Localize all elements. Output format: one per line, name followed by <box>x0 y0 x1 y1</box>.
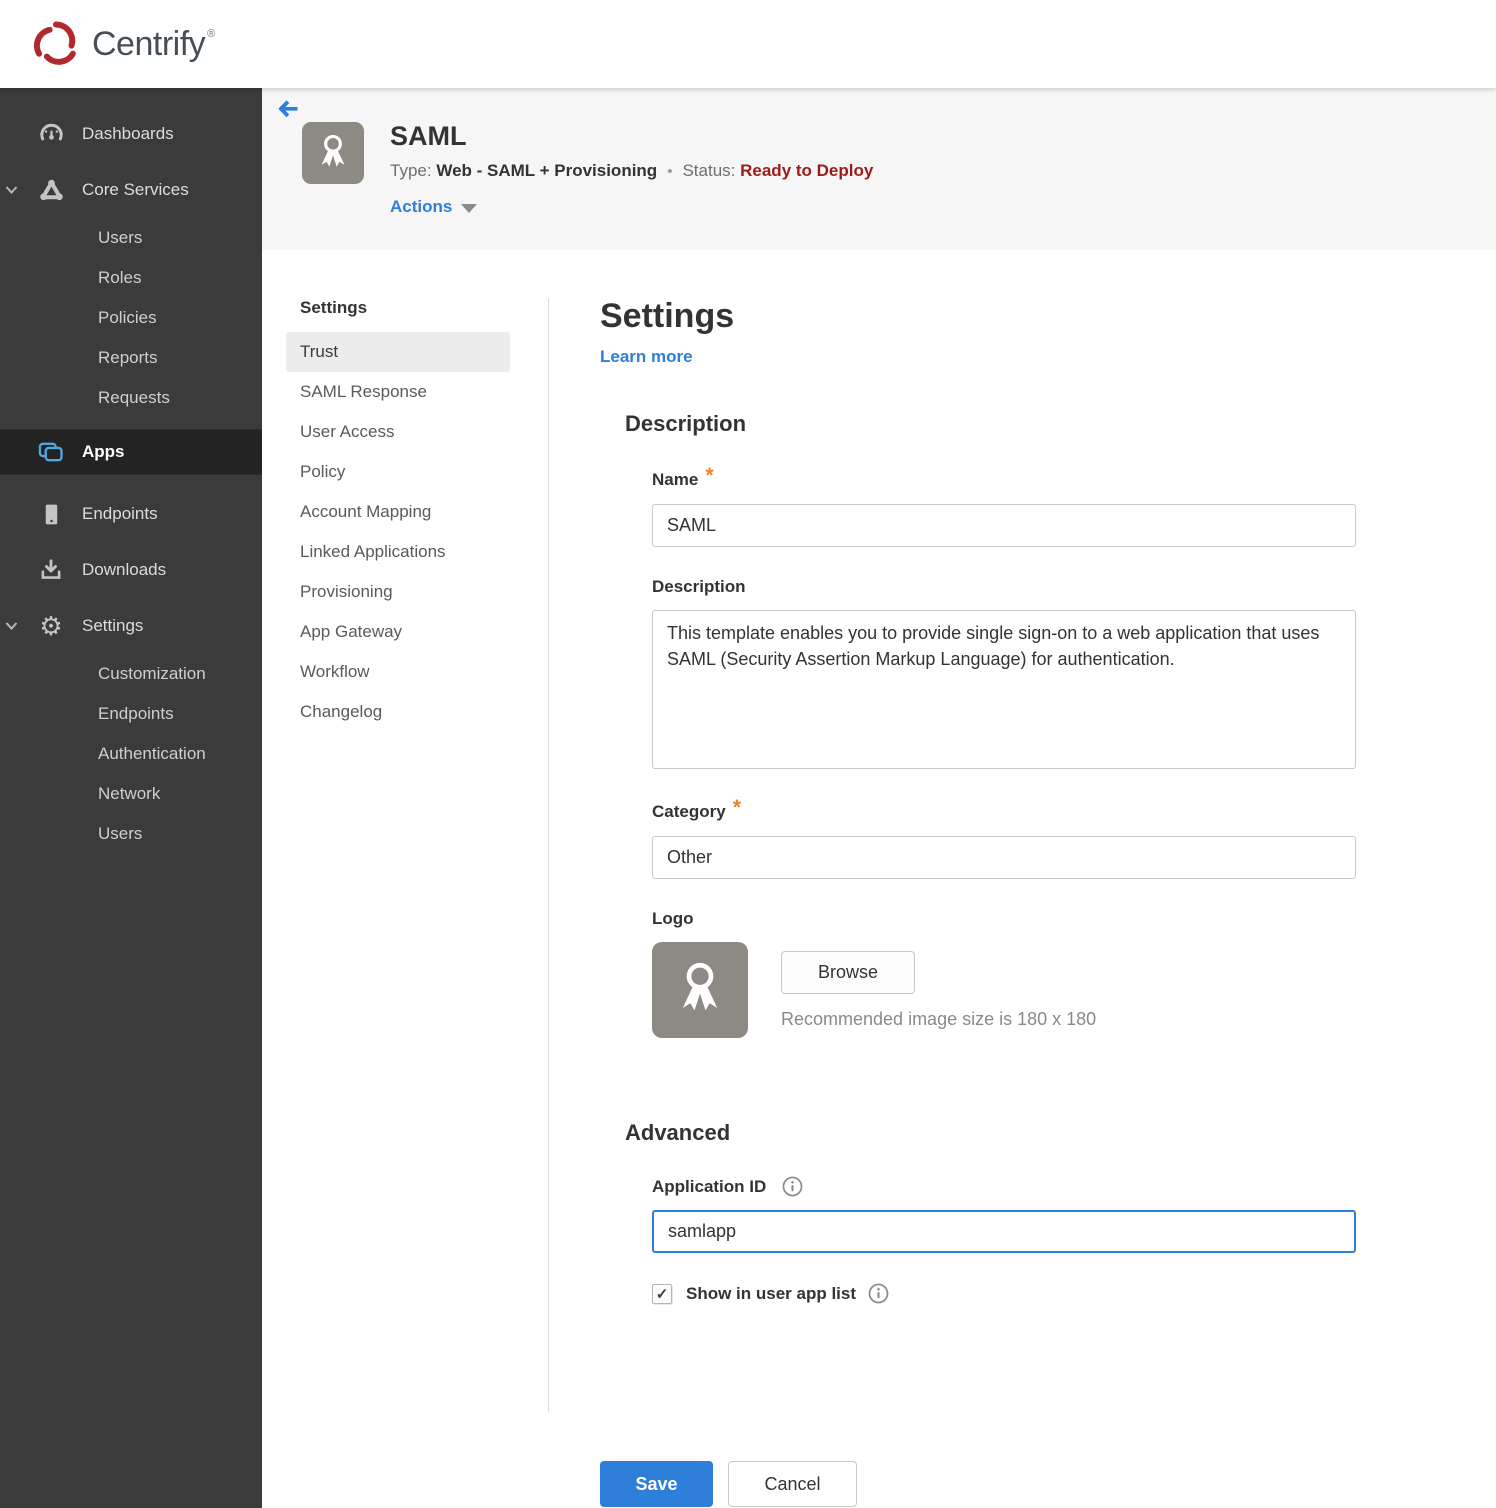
app-logo-badge <box>302 122 364 184</box>
logo-size-hint: Recommended image size is 180 x 180 <box>781 1009 1097 1030</box>
show-in-app-list-group: ✓ Show in user app list <box>652 1283 1356 1304</box>
info-icon[interactable] <box>782 1176 803 1197</box>
sidebar-item-authentication[interactable]: Authentication <box>0 734 262 774</box>
sidebar-item-reports[interactable]: Reports <box>0 338 262 378</box>
subnav-item-account-mapping[interactable]: Account Mapping <box>286 492 510 532</box>
name-input[interactable] <box>652 504 1356 548</box>
caret-down-icon <box>461 203 478 213</box>
subnav-item-workflow[interactable]: Workflow <box>286 652 510 692</box>
browse-button[interactable]: Browse <box>781 951 915 995</box>
name-label: Name <box>652 470 699 490</box>
sidebar-item-users[interactable]: Users <box>0 218 262 258</box>
status-badge: Ready to Deploy <box>740 161 874 180</box>
sidebar-item-label: Endpoints <box>82 504 158 523</box>
core-services-icon <box>36 177 66 204</box>
description-field-group: Description This template enables you to… <box>652 577 1356 770</box>
cancel-button[interactable]: Cancel <box>728 1461 857 1508</box>
category-label: Category <box>652 802 726 822</box>
ribbon-icon <box>321 134 345 167</box>
ribbon-icon <box>682 963 718 1011</box>
device-icon <box>36 502 66 527</box>
sidebar-item-customization[interactable]: Customization <box>0 654 262 694</box>
registered-mark: ® <box>207 28 216 40</box>
actions-dropdown[interactable]: Actions <box>390 197 873 217</box>
centrify-swirl-icon <box>30 18 82 70</box>
brand-name: Centrify <box>92 25 206 63</box>
description-label: Description <box>652 577 746 597</box>
centrify-logo: Centrify ® <box>30 18 215 70</box>
subnav-item-app-gateway[interactable]: App Gateway <box>286 612 510 652</box>
sidebar-item-label: Dashboards <box>82 124 174 143</box>
required-asterisk: * <box>732 796 741 820</box>
chevron-expanded-icon[interactable] <box>5 186 18 195</box>
meta-separator: • <box>667 162 673 180</box>
settings-form: Settings Learn more Description Name * De… <box>600 297 1356 1508</box>
status-label: Status: <box>682 161 736 180</box>
sidebar-item-users-settings[interactable]: Users <box>0 814 262 854</box>
category-field-group: Category * <box>652 796 1356 880</box>
subnav-item-provisioning[interactable]: Provisioning <box>286 572 510 612</box>
save-button[interactable]: Save <box>600 1461 713 1508</box>
app-header: SAML Type: Web - SAML + Provisioning • S… <box>262 88 1496 250</box>
subnav-item-user-access[interactable]: User Access <box>286 412 510 452</box>
show-in-app-list-checkbox[interactable]: ✓ <box>652 1283 672 1304</box>
type-value: Web - SAML + Provisioning <box>436 161 658 180</box>
subnav-item-saml-response[interactable]: SAML Response <box>286 372 510 412</box>
category-input[interactable] <box>652 836 1356 880</box>
subnav-item-trust[interactable]: Trust <box>286 332 510 372</box>
app-meta: Type: Web - SAML + Provisioning • Status… <box>390 161 873 181</box>
sidebar: Dashboards Core Services Users Roles Pol… <box>0 88 262 1508</box>
page-title: Settings <box>600 297 735 335</box>
subnav-item-changelog[interactable]: Changelog <box>286 692 510 732</box>
logo-field-group: Logo Browse Recommended image size is 18… <box>652 909 1356 1039</box>
subnav-item-linked-applications[interactable]: Linked Applications <box>286 532 510 572</box>
sidebar-item-dashboards[interactable]: Dashboards <box>0 106 262 162</box>
gauge-icon <box>36 121 66 148</box>
download-icon <box>36 557 66 583</box>
sidebar-item-label: Apps <box>82 442 125 461</box>
section-advanced: Advanced <box>625 1120 731 1146</box>
subnav-header: Settings <box>300 298 368 317</box>
actions-label: Actions <box>390 197 453 216</box>
sidebar-item-label: Settings <box>82 616 144 635</box>
app-title: SAML <box>390 121 467 151</box>
chevron-expanded-icon[interactable] <box>5 622 18 631</box>
show-in-app-list-label: Show in user app list <box>686 1283 857 1303</box>
section-description: Description <box>625 411 747 437</box>
apps-icon <box>36 438 66 466</box>
top-bar: Centrify ® <box>0 0 1496 88</box>
logo-preview <box>652 942 748 1039</box>
info-icon[interactable] <box>868 1283 889 1304</box>
sidebar-item-roles[interactable]: Roles <box>0 258 262 298</box>
sidebar-item-network[interactable]: Network <box>0 774 262 814</box>
back-arrow-icon[interactable] <box>276 97 300 121</box>
sidebar-item-policies[interactable]: Policies <box>0 298 262 338</box>
description-textarea[interactable]: This template enables you to provide sin… <box>652 610 1356 770</box>
sidebar-item-endpoints-settings[interactable]: Endpoints <box>0 694 262 734</box>
name-field-group: Name * <box>652 464 1356 548</box>
sidebar-item-label: Core Services <box>82 180 189 199</box>
sidebar-item-endpoints[interactable]: Endpoints <box>0 486 262 542</box>
learn-more-link[interactable]: Learn more <box>600 347 693 367</box>
settings-subnav: Settings Trust SAML Response User Access… <box>262 298 549 1412</box>
sidebar-item-settings[interactable]: ⚙ Settings <box>0 598 262 654</box>
sidebar-item-requests[interactable]: Requests <box>0 378 262 418</box>
application-id-field-group: Application ID <box>652 1176 1356 1254</box>
application-id-input[interactable] <box>652 1210 1356 1254</box>
sidebar-item-downloads[interactable]: Downloads <box>0 542 262 598</box>
required-asterisk: * <box>705 464 714 488</box>
type-label: Type: <box>390 161 432 180</box>
form-footer: Save Cancel <box>600 1461 1356 1508</box>
sidebar-item-apps[interactable]: Apps <box>0 429 262 475</box>
application-id-label: Application ID <box>652 1176 767 1196</box>
sidebar-item-label: Downloads <box>82 560 167 579</box>
main-area: SAML Type: Web - SAML + Provisioning • S… <box>262 88 1496 1508</box>
logo-label: Logo <box>652 909 694 929</box>
sidebar-item-core-services[interactable]: Core Services <box>0 162 262 218</box>
subnav-item-policy[interactable]: Policy <box>286 452 510 492</box>
gear-icon: ⚙ <box>39 611 63 641</box>
